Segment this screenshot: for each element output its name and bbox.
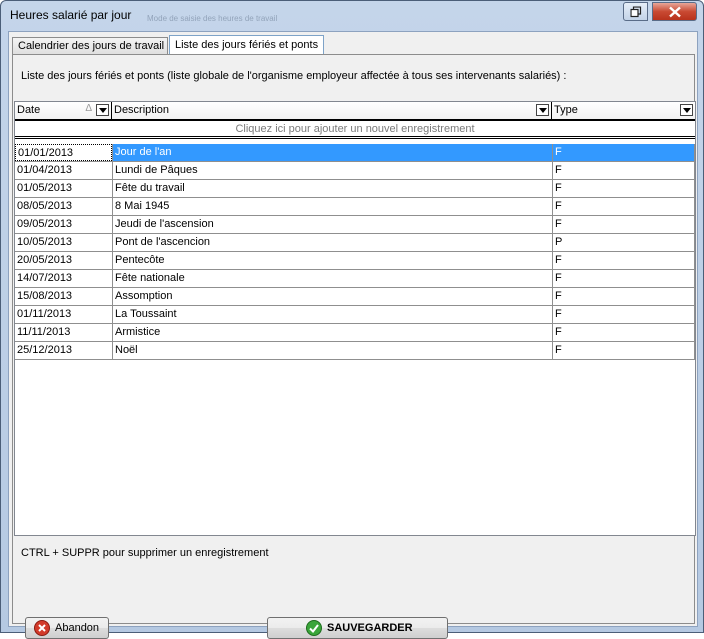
cell-type[interactable]: F <box>552 288 695 305</box>
table-row[interactable]: 01/04/2013 Lundi de Pâques F <box>15 162 695 180</box>
cell-description[interactable]: 8 Mai 1945 <box>112 198 552 215</box>
cell-description[interactable]: La Toussaint <box>112 306 552 323</box>
column-header-date[interactable]: Date Δ <box>15 102 112 119</box>
table-row[interactable]: 09/05/2013 Jeudi de l'ascension F <box>15 216 695 234</box>
cell-type[interactable]: F <box>552 180 695 197</box>
window-ghost-title: Mode de saisie des heures de travail <box>147 14 278 23</box>
table-row[interactable]: 20/05/2013 Pentecôte F <box>15 252 695 270</box>
title-bar[interactable]: Heures salarié par jour Mode de saisie d… <box>1 1 703 29</box>
tab-panel: Liste des jours fériés et ponts (liste g… <box>12 54 696 639</box>
cell-date[interactable]: 01/01/2013 <box>15 144 112 161</box>
tab-calendrier[interactable]: Calendrier des jours de travail <box>12 37 168 55</box>
column-header-description[interactable]: Description <box>112 102 552 119</box>
table-row[interactable]: 08/05/2013 8 Mai 1945 F <box>15 198 695 216</box>
cell-type[interactable]: P <box>552 234 695 251</box>
save-button[interactable]: SAUVEGARDER <box>267 617 448 639</box>
cancel-button[interactable]: Abandon <box>25 617 109 639</box>
checkmark-icon <box>306 620 322 636</box>
column-header-label: Type <box>554 104 578 116</box>
filter-dropdown-icon[interactable] <box>536 104 549 116</box>
table-row[interactable]: 11/11/2013 Armistice F <box>15 324 695 342</box>
cell-description[interactable]: Fête du travail <box>112 180 552 197</box>
cell-date[interactable]: 10/05/2013 <box>15 234 112 251</box>
cell-date[interactable]: 25/12/2013 <box>15 342 112 359</box>
cell-date[interactable]: 08/05/2013 <box>15 198 112 215</box>
grid-header: Date Δ Description Type <box>15 102 695 121</box>
dialog-client: Calendrier des jours de travail Liste de… <box>8 31 698 639</box>
cell-date[interactable]: 11/11/2013 <box>15 324 112 341</box>
restore-icon <box>630 6 641 17</box>
cell-description[interactable]: Armistice <box>112 324 552 341</box>
cell-date[interactable]: 20/05/2013 <box>15 252 112 269</box>
cell-description[interactable]: Noël <box>112 342 552 359</box>
cell-date[interactable]: 01/11/2013 <box>15 306 112 323</box>
cell-description[interactable]: Pont de l'ascencion <box>112 234 552 251</box>
column-header-label: Description <box>114 104 170 116</box>
restore-button[interactable] <box>623 2 648 21</box>
table-row[interactable]: 01/01/2013 Jour de l'an F <box>15 144 695 162</box>
cell-description[interactable]: Lundi de Pâques <box>112 162 552 179</box>
save-button-label: SAUVEGARDER <box>327 622 413 634</box>
table-row[interactable]: 01/11/2013 La Toussaint F <box>15 306 695 324</box>
add-record-row[interactable]: Cliquez ici pour ajouter un nouvel enreg… <box>15 121 695 139</box>
cancel-icon <box>34 620 50 636</box>
close-icon <box>668 6 681 17</box>
cell-type[interactable]: F <box>552 162 695 179</box>
holidays-grid: Date Δ Description Type Cliquez ici pour… <box>14 101 696 536</box>
table-row[interactable]: 14/07/2013 Fête nationale F <box>15 270 695 288</box>
cell-description[interactable]: Jour de l'an <box>112 144 552 161</box>
column-header-type[interactable]: Type <box>552 102 695 119</box>
cell-type[interactable]: F <box>552 216 695 233</box>
grid-rows: 01/01/2013 Jour de l'an F 01/04/2013 Lundi d… <box>15 144 695 360</box>
cell-description[interactable]: Pentecôte <box>112 252 552 269</box>
cell-type[interactable]: F <box>552 342 695 359</box>
filter-dropdown-icon[interactable] <box>96 104 109 116</box>
cell-description[interactable]: Assomption <box>112 288 552 305</box>
table-row[interactable]: 10/05/2013 Pont de l'ascencion P <box>15 234 695 252</box>
table-row[interactable]: 01/05/2013 Fête du travail F <box>15 180 695 198</box>
intro-text: Liste des jours fériés et ponts (liste g… <box>21 70 567 82</box>
filter-dropdown-icon[interactable] <box>680 104 693 116</box>
delete-hint: CTRL + SUPPR pour supprimer un enregistr… <box>21 547 269 559</box>
cell-type[interactable]: F <box>552 324 695 341</box>
cell-type[interactable]: F <box>552 270 695 287</box>
dialog-window: Heures salarié par jour Mode de saisie d… <box>0 0 704 639</box>
cell-type[interactable]: F <box>552 198 695 215</box>
tab-jours-feries[interactable]: Liste des jours fériés et ponts <box>169 35 324 55</box>
cell-date[interactable]: 15/08/2013 <box>15 288 112 305</box>
window-title: Heures salarié par jour <box>10 8 132 22</box>
cell-type[interactable]: F <box>552 252 695 269</box>
cancel-button-label: Abandon <box>55 622 100 634</box>
cell-description[interactable]: Fête nationale <box>112 270 552 287</box>
cell-type[interactable]: F <box>552 306 695 323</box>
cell-description[interactable]: Jeudi de l'ascension <box>112 216 552 233</box>
cell-date[interactable]: 01/05/2013 <box>15 180 112 197</box>
cell-date[interactable]: 01/04/2013 <box>15 162 112 179</box>
column-header-label: Date <box>17 104 41 116</box>
cell-date[interactable]: 14/07/2013 <box>15 270 112 287</box>
sort-ascending-icon: Δ <box>85 103 92 114</box>
cell-date[interactable]: 09/05/2013 <box>15 216 112 233</box>
table-row[interactable]: 25/12/2013 Noël F <box>15 342 695 360</box>
cell-type[interactable]: F <box>552 144 695 161</box>
close-button[interactable] <box>652 2 697 21</box>
table-row[interactable]: 15/08/2013 Assomption F <box>15 288 695 306</box>
